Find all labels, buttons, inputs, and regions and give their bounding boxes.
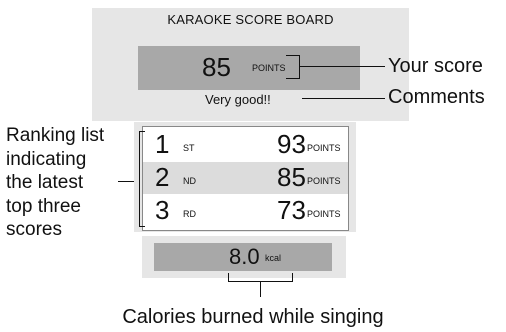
score-board-panel: KARAOKE SCORE BOARD 85 POINTS Very good!… — [92, 8, 409, 121]
rank-unit: POINTS — [307, 209, 341, 219]
ranking-row-highlighted: 2 ND 85 POINTS — [143, 162, 348, 194]
rank-suffix: ST — [183, 143, 195, 153]
ranking-row: 1 ST 93 POINTS — [143, 129, 348, 161]
rank-score: 93 — [277, 129, 306, 159]
ranking-label-line: Ranking list — [6, 125, 105, 146]
rank-suffix: ND — [183, 176, 196, 186]
score-display: 85 POINTS — [138, 46, 360, 90]
calories-display: 8.0 kcal — [154, 243, 332, 271]
rank-suffix: RD — [183, 209, 196, 219]
rank-unit: POINTS — [307, 176, 341, 186]
rank-number: 3 — [155, 195, 170, 225]
calories-value: 8.0 — [229, 244, 260, 269]
ranking-label: Ranking list indicating the latest top t… — [6, 124, 104, 242]
ranking-panel: 1 ST 93 POINTS 2 ND 85 POINTS 3 RD 73 PO… — [134, 122, 356, 232]
comments-label: Comments — [388, 86, 485, 108]
ranking-list: 1 ST 93 POINTS 2 ND 85 POINTS 3 RD 73 PO… — [142, 126, 349, 231]
ranking-label-line: the latest — [6, 172, 84, 193]
comments-connector — [302, 98, 385, 99]
rank-unit: POINTS — [307, 143, 341, 153]
calories-label: Calories burned while singing — [122, 306, 384, 328]
ranking-label-line: scores — [6, 219, 62, 240]
ranking-label-line: top three — [6, 195, 81, 217]
rank-score: 73 — [277, 195, 306, 225]
current-score: 85 — [202, 52, 231, 82]
rank-number: 1 — [155, 129, 170, 159]
score-unit: POINTS — [252, 63, 286, 73]
ranking-row: 3 RD 73 POINTS — [143, 195, 348, 227]
rank-score: 85 — [277, 162, 306, 192]
calories-panel: 8.0 kcal — [142, 236, 346, 278]
board-title: KARAOKE SCORE BOARD — [167, 12, 334, 27]
calories-unit: kcal — [265, 253, 282, 263]
comment-text: Very good!! — [205, 92, 271, 107]
ranking-label-line: indicating — [6, 148, 87, 170]
your-score-label: Your score — [388, 55, 483, 77]
rank-number: 2 — [155, 162, 170, 192]
